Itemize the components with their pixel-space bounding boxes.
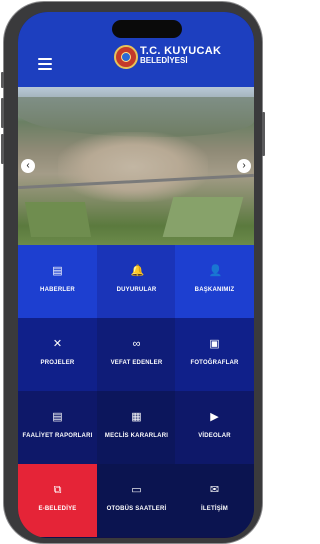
tile-vi-deolar[interactable]: ▶ VİDEOLAR [175,391,254,464]
tile-faali-yet-raporlari[interactable]: ▤ FAALİYET RAPORLARI [18,391,97,464]
tile-i-leti-şi-m[interactable]: ✉ İLETİŞİM [175,464,254,537]
tile-duyurular[interactable]: 🔔 DUYURULAR [97,245,176,318]
newspaper-icon: ▤ [52,265,63,277]
tile-label: OTOBÜS SAATLERİ [106,506,167,512]
phone-frame: T.C. KUYUCAK BELEDİYESİ ‹ › ▤ HABERLER 🔔 DU… [1,2,265,543]
report-icon: ▤ [52,411,63,423]
app-brand: T.C. KUYUCAK BELEDİYESİ [140,46,221,66]
tile-label: MECLİS KARARLARI [104,433,169,439]
tile-label: HABERLER [40,287,75,293]
tile-label: İLETİŞİM [201,506,228,512]
municipality-seal-logo [114,45,138,69]
tile-projeler[interactable]: ✕ PROJELER [18,318,97,391]
hero-slider-image[interactable] [18,87,254,245]
power-button [262,112,265,156]
hero-field [24,202,92,237]
photos-icon: ▣ [209,338,220,350]
tile-label: BAŞKANIMIZ [194,287,235,293]
tile-label: VEFAT EDENLER [110,360,163,366]
brand-title: T.C. KUYUCAK [140,45,222,57]
brand-subtitle: BELEDİYESİ [140,56,188,65]
tile-e-beledi-ye[interactable]: ⧉ E-BELEDİYE [18,464,97,537]
external-link-icon: ⧉ [53,484,62,496]
infinity-icon: ∞ [132,338,141,350]
person-icon: 👤 [208,265,223,277]
tile-label: DUYURULAR [116,287,157,293]
tile-mecli-s-kararlari[interactable]: ▦ MECLİS KARARLARI [97,391,176,464]
tile-otobüs-saatleri-[interactable]: ▭ OTOBÜS SAATLERİ [97,464,176,537]
hero-town-area [58,132,208,202]
volume-up-button [1,98,4,128]
bell-icon: 🔔 [130,265,145,277]
app-screen: T.C. KUYUCAK BELEDİYESİ ‹ › ▤ HABERLER 🔔 DU… [18,12,254,538]
slider-prev-icon[interactable]: ‹ [21,159,35,173]
tile-vefat-edenler[interactable]: ∞ VEFAT EDENLER [97,318,176,391]
hero-field [162,197,244,237]
tile-label: FAALİYET RAPORLARI [22,433,93,439]
volume-down-button [1,134,4,164]
menu-grid: ▤ HABERLER 🔔 DUYURULAR 👤 BAŞKANIMIZ ✕ PROJELER ∞… [18,245,254,538]
bus-icon: ▭ [131,484,142,496]
mail-icon: ✉ [209,484,220,496]
video-icon: ▶ [210,411,219,423]
tile-label: FOTOĞRAFLAR [190,360,239,366]
tile-label: E-BELEDİYE [38,506,77,512]
document-icon: ▦ [131,411,142,423]
hero-hillside [18,97,254,137]
mute-switch [1,72,4,88]
tile-başkanimiz[interactable]: 👤 BAŞKANIMIZ [175,245,254,318]
tools-icon: ✕ [52,338,63,350]
tile-fotoğraflar[interactable]: ▣ FOTOĞRAFLAR [175,318,254,391]
app-header: T.C. KUYUCAK BELEDİYESİ [18,12,254,87]
tile-label: PROJELER [40,360,75,366]
slider-next-icon[interactable]: › [237,159,251,173]
tile-label: VİDEOLAR [198,433,231,439]
dynamic-island [112,20,182,38]
tile-haberler[interactable]: ▤ HABERLER [18,245,97,318]
hamburger-menu-icon[interactable] [38,58,52,70]
